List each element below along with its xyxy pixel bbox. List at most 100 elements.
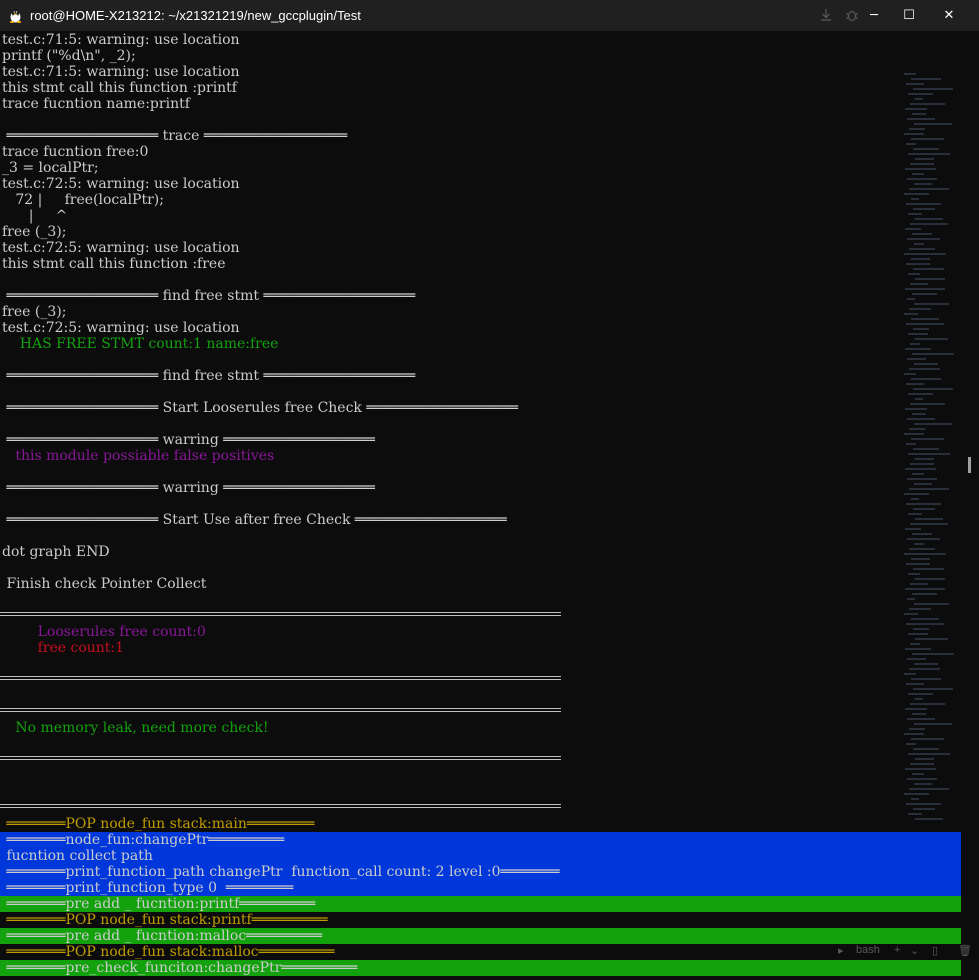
minimap-stripe (905, 168, 936, 170)
terminal-line: No memory leak, need more check! (2, 720, 269, 736)
terminal-line: test.c:72:5: warning: use location (2, 240, 240, 256)
minimap-stripe (909, 248, 935, 250)
minimap-stripe (904, 433, 924, 435)
minimap-stripe (911, 318, 939, 320)
minimap-stripe (908, 453, 950, 455)
minimap-stripe (908, 273, 920, 275)
minimap-stripe (907, 178, 937, 180)
terminal-line: this stmt call this function :free (2, 256, 226, 272)
minimap-stripe (909, 548, 935, 550)
terminal-line: this stmt call this function :printf (2, 80, 237, 96)
minimap-stripe (908, 633, 928, 635)
minimap-stripe (906, 683, 924, 685)
minimap-stripe (913, 568, 944, 570)
minimap-stripe (913, 748, 939, 750)
minimap-stripe (914, 723, 952, 725)
minimap-stripe (914, 423, 952, 425)
minimap-stripe (905, 108, 927, 110)
terminal-line: ══════════════════ warring ═════════════… (2, 480, 375, 496)
terminal-line: ═══════pre add _ fucntion:printf════════… (2, 896, 316, 912)
dropdown-icon[interactable]: ⌄ (910, 944, 919, 957)
terminal-line: ══════════════════ warring ═════════════… (2, 432, 375, 448)
close-button[interactable]: ✕ (931, 4, 967, 26)
terminal-line: test.c:72:5: warning: use location (2, 176, 240, 192)
terminal-line: test.c:71:5: warning: use location (2, 64, 240, 80)
minimap-stripe (914, 483, 932, 485)
minimap-stripe (910, 523, 948, 525)
minimap-stripe (910, 583, 928, 585)
minimap-stripe (907, 598, 915, 600)
terminal-line: ═══════node_fun:changePtr═════════ (2, 832, 285, 848)
minimap-stripe (911, 438, 944, 440)
minimap-overlay (904, 73, 978, 833)
minimize-button[interactable]: ─ (856, 4, 892, 26)
minimap-stripe (911, 138, 944, 140)
minimap-stripe (906, 83, 924, 85)
terminal-output[interactable]: test.c:71:5: warning: use location printf… (0, 31, 979, 980)
terminal-line: 72 | free(localPtr); (2, 192, 164, 208)
terminal-line: ═══════pre_check_funciton:changePtr═════… (2, 960, 358, 976)
minimap-stripe (908, 93, 933, 95)
minimap-stripe (910, 103, 945, 105)
minimap-stripe (915, 818, 943, 820)
minimap-stripe (904, 553, 946, 555)
split-icon[interactable]: ▯ (932, 944, 938, 957)
add-tab-icon[interactable]: + (894, 944, 900, 956)
minimap-stripe (906, 563, 930, 565)
minimap-stripe (904, 493, 929, 495)
minimap-stripe (906, 323, 944, 325)
minimap-stripe (914, 183, 932, 185)
minimap-stripe (915, 278, 945, 280)
minimap-stripe (911, 198, 919, 200)
minimap-stripe (914, 543, 924, 545)
terminal-line: ═══════POP node_fun stack:main════════ (2, 816, 315, 832)
minimap-stripe (911, 498, 919, 500)
minimap-stripe (910, 283, 928, 285)
minimap-stripe (915, 458, 934, 460)
minimap-stripe (908, 333, 928, 335)
minimap-stripe (906, 503, 941, 505)
minimap-stripe (910, 703, 945, 705)
minimap-stripe (911, 618, 939, 620)
minimap-stripe (911, 258, 930, 260)
terminal-line: this module possiable false positives (2, 448, 275, 464)
minimap-stripe (912, 113, 926, 115)
minimap-stripe (910, 223, 948, 225)
terminal-line: ═══════POP node_fun stack:malloc════════… (2, 944, 335, 960)
minimap-stripe (912, 773, 924, 775)
minimap-stripe (905, 588, 945, 590)
minimap-stripe (910, 763, 934, 765)
minimap-stripe (912, 533, 932, 535)
maximize-icon: ☐ (903, 7, 915, 23)
minimap-stripe (915, 518, 943, 520)
minimap-stripe (912, 473, 924, 475)
minimap-stripe (905, 468, 936, 470)
title-bar: root@HOME-X213212: ~/x21321219/new_gccpl… (0, 0, 979, 31)
terminal-line: ═══════print_function_type 0 ════════ (2, 880, 294, 896)
minimap-stripe (907, 298, 915, 300)
trash-icon[interactable]: 🗑 (958, 944, 972, 957)
minimap-stripe (910, 163, 934, 165)
terminal-line: trace fucntion name:printf (2, 96, 190, 112)
minimap-stripe (909, 428, 925, 430)
terminal-line: test.c:72:5: warning: use location (2, 320, 240, 336)
minimap-stripe (904, 613, 918, 615)
maximize-button[interactable]: ☐ (891, 4, 927, 26)
terminal-tab-bash[interactable]: ▸ bash + ⌄ ▯ 🗑 (836, 941, 976, 961)
terminal-line: ══════════════════ trace ═══════════════… (2, 128, 348, 144)
minimap-stripe (913, 148, 939, 150)
minimap-stripe (906, 203, 941, 205)
minimap-stripe (909, 188, 949, 190)
minimap-stripe (908, 393, 933, 395)
minimap-stripe (914, 663, 938, 665)
divider (0, 612, 561, 616)
minimap-stripe (911, 78, 941, 80)
minimap-stripe (906, 143, 916, 145)
scrollbar-thumb[interactable] (968, 457, 971, 473)
close-icon: ✕ (943, 7, 955, 23)
minimap-stripe (905, 228, 921, 230)
minimap-stripe (915, 98, 923, 100)
minimap-stripe (907, 538, 940, 540)
minimap-stripe (913, 388, 953, 390)
minimap-stripe (915, 698, 923, 700)
